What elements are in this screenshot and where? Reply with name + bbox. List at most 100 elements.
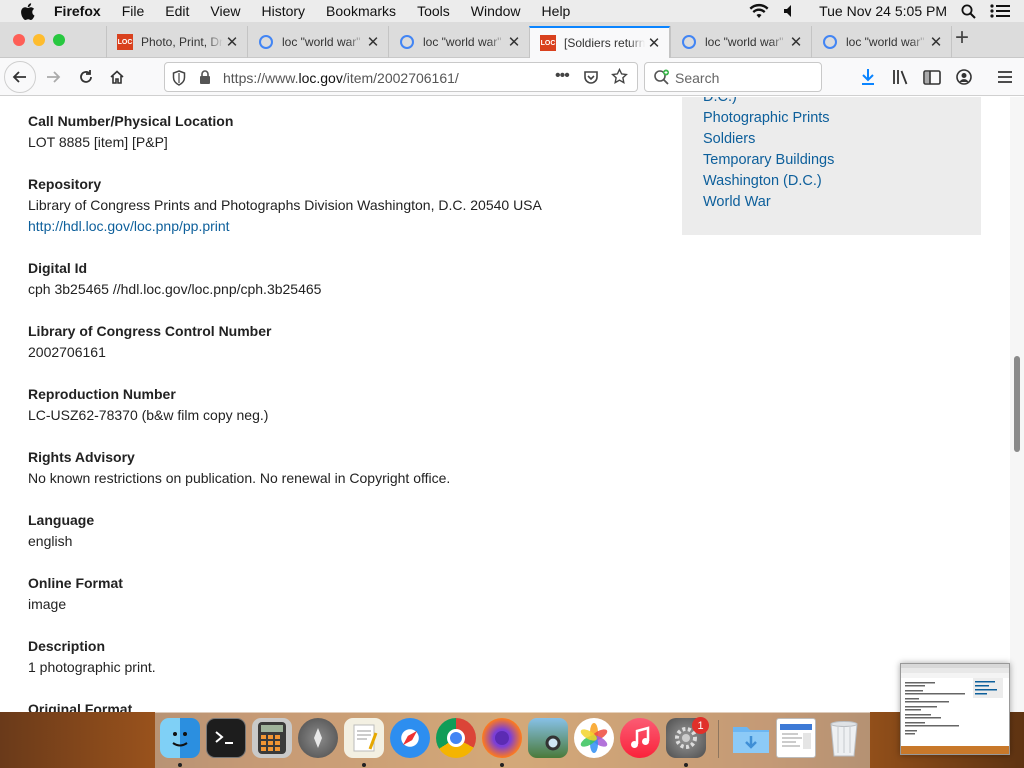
close-tab-icon[interactable]: ✕	[787, 33, 805, 51]
field-label: Description	[28, 638, 106, 654]
forward-arrow-icon	[47, 71, 61, 83]
subject-link[interactable]: Washington (D.C.)	[703, 173, 822, 189]
field-value: english	[28, 533, 73, 549]
field-value: 2002706161	[28, 344, 106, 360]
subject-link[interactable]: World War	[703, 194, 771, 210]
google-favicon-icon	[258, 34, 274, 50]
subject-link[interactable]: Photographic Prints	[703, 110, 830, 126]
screenshot-document-icon[interactable]	[776, 718, 816, 758]
preview-icon[interactable]	[528, 718, 568, 758]
music-icon[interactable]	[620, 718, 660, 758]
menu-bookmarks[interactable]: Bookmarks	[326, 3, 396, 19]
url-bar[interactable]: https://www.loc.gov/item/2002706161/ •••	[164, 62, 638, 92]
home-button[interactable]	[106, 66, 128, 88]
field-value: No known restrictions on publication. No…	[28, 470, 451, 486]
padlock-icon[interactable]	[199, 70, 211, 90]
app-menu-button[interactable]	[994, 66, 1016, 88]
google-favicon-icon	[399, 34, 415, 50]
field-label: Repository	[28, 176, 102, 192]
trash-icon[interactable]	[824, 718, 864, 758]
running-indicator	[500, 763, 504, 767]
bookmark-star-icon[interactable]	[611, 67, 628, 90]
close-tab-icon[interactable]: ✕	[927, 33, 945, 51]
dock-divider	[718, 720, 719, 758]
screenshot-preview-image	[901, 664, 1009, 754]
repository-link[interactable]: http://hdl.loc.gov/loc.pnp/pp.print	[28, 217, 542, 235]
menu-view[interactable]: View	[210, 3, 240, 19]
calculator-icon[interactable]	[252, 718, 292, 758]
reload-button[interactable]	[75, 66, 97, 88]
field-label: Rights Advisory	[28, 449, 135, 465]
tab-title: Photo, Print, Drawing	[141, 35, 223, 49]
field-repository: Repository Library of Congress Prints an…	[28, 175, 542, 235]
screenshot-preview-thumbnail[interactable]	[900, 663, 1010, 755]
close-tab-icon[interactable]: ✕	[505, 33, 523, 51]
close-window-button[interactable]	[13, 34, 25, 46]
close-tab-icon[interactable]: ✕	[364, 33, 382, 51]
menu-file[interactable]: File	[122, 3, 145, 19]
running-indicator	[684, 763, 688, 767]
subject-link[interactable]: D.C.)	[703, 97, 737, 105]
field-label: Call Number/Physical Location	[28, 113, 234, 129]
control-center-icon[interactable]	[990, 4, 1010, 18]
account-icon	[956, 69, 972, 85]
pocket-icon[interactable]	[583, 69, 599, 90]
chrome-icon[interactable]	[436, 718, 476, 758]
close-tab-icon[interactable]: ✕	[645, 34, 663, 52]
menu-history[interactable]: History	[261, 3, 305, 19]
new-tab-button[interactable]: +	[955, 26, 969, 50]
home-icon	[110, 70, 124, 84]
finder-icon[interactable]	[160, 718, 200, 758]
page-content: Call Number/Physical Location LOT 8885 […	[0, 97, 1010, 712]
tab-google-search[interactable]: loc "world war" ✕	[247, 26, 388, 58]
field-rights-advisory: Rights Advisory No known restrictions on…	[28, 448, 450, 487]
tab-google-search[interactable]: loc "world war" ✕	[811, 26, 952, 58]
safari-icon[interactable]	[390, 718, 430, 758]
menu-firefox[interactable]: Firefox	[54, 3, 101, 19]
menu-tools[interactable]: Tools	[417, 3, 450, 19]
search-engine-icon[interactable]	[653, 69, 671, 90]
tracking-protection-shield-icon[interactable]	[172, 70, 186, 91]
back-arrow-icon	[12, 71, 26, 83]
zoom-window-button[interactable]	[53, 34, 65, 46]
volume-icon[interactable]	[783, 4, 797, 18]
url-path: /item/2002706161/	[342, 70, 459, 86]
scrollbar-thumb[interactable]	[1014, 356, 1020, 452]
downloads-button[interactable]	[858, 66, 878, 88]
library-button[interactable]	[890, 66, 912, 88]
close-tab-icon[interactable]: ✕	[223, 33, 241, 51]
back-button[interactable]	[4, 61, 36, 93]
spotlight-search-icon[interactable]	[961, 4, 976, 19]
field-online-format: Online Format image	[28, 574, 123, 613]
minimize-window-button[interactable]	[33, 34, 45, 46]
search-placeholder: Search	[675, 70, 720, 86]
apple-icon[interactable]	[20, 2, 38, 20]
reload-icon	[80, 70, 92, 83]
page-actions-menu-icon[interactable]: •••	[555, 67, 570, 85]
tab-title: loc "world war"	[423, 35, 502, 49]
firefox-icon[interactable]	[482, 718, 522, 758]
textedit-icon[interactable]	[344, 718, 384, 758]
launchpad-icon[interactable]	[298, 718, 338, 758]
downloads-folder-icon[interactable]	[731, 718, 771, 758]
photos-icon[interactable]	[574, 718, 614, 758]
wifi-icon[interactable]	[749, 3, 769, 19]
menu-window[interactable]: Window	[471, 3, 521, 19]
terminal-icon[interactable]	[206, 718, 246, 758]
sidebar-toggle-button[interactable]	[921, 66, 943, 88]
tab-soldiers-returning[interactable]: LOC [Soldiers returning ✕	[529, 26, 670, 58]
url-text[interactable]: https://www.loc.gov/item/2002706161/	[223, 70, 459, 86]
tab-google-search[interactable]: loc "world war" ✕	[388, 26, 529, 58]
account-button[interactable]	[953, 66, 975, 88]
subject-link[interactable]: Temporary Buildings	[703, 152, 834, 168]
field-reproduction-number: Reproduction Number LC-USZ62-78370 (b&w …	[28, 385, 268, 424]
menu-help[interactable]: Help	[542, 3, 571, 19]
tab-google-search[interactable]: loc "world war" ✕	[670, 26, 811, 58]
tab-photo-print-drawing[interactable]: LOC Photo, Print, Drawing ✕	[106, 26, 247, 58]
search-bar[interactable]: Search	[644, 62, 822, 92]
subject-link[interactable]: Soldiers	[703, 131, 755, 147]
google-favicon-icon	[681, 34, 697, 50]
menu-edit[interactable]: Edit	[165, 3, 189, 19]
forward-button[interactable]	[42, 66, 64, 88]
menubar-clock[interactable]: Tue Nov 24 5:05 PM	[819, 3, 947, 19]
